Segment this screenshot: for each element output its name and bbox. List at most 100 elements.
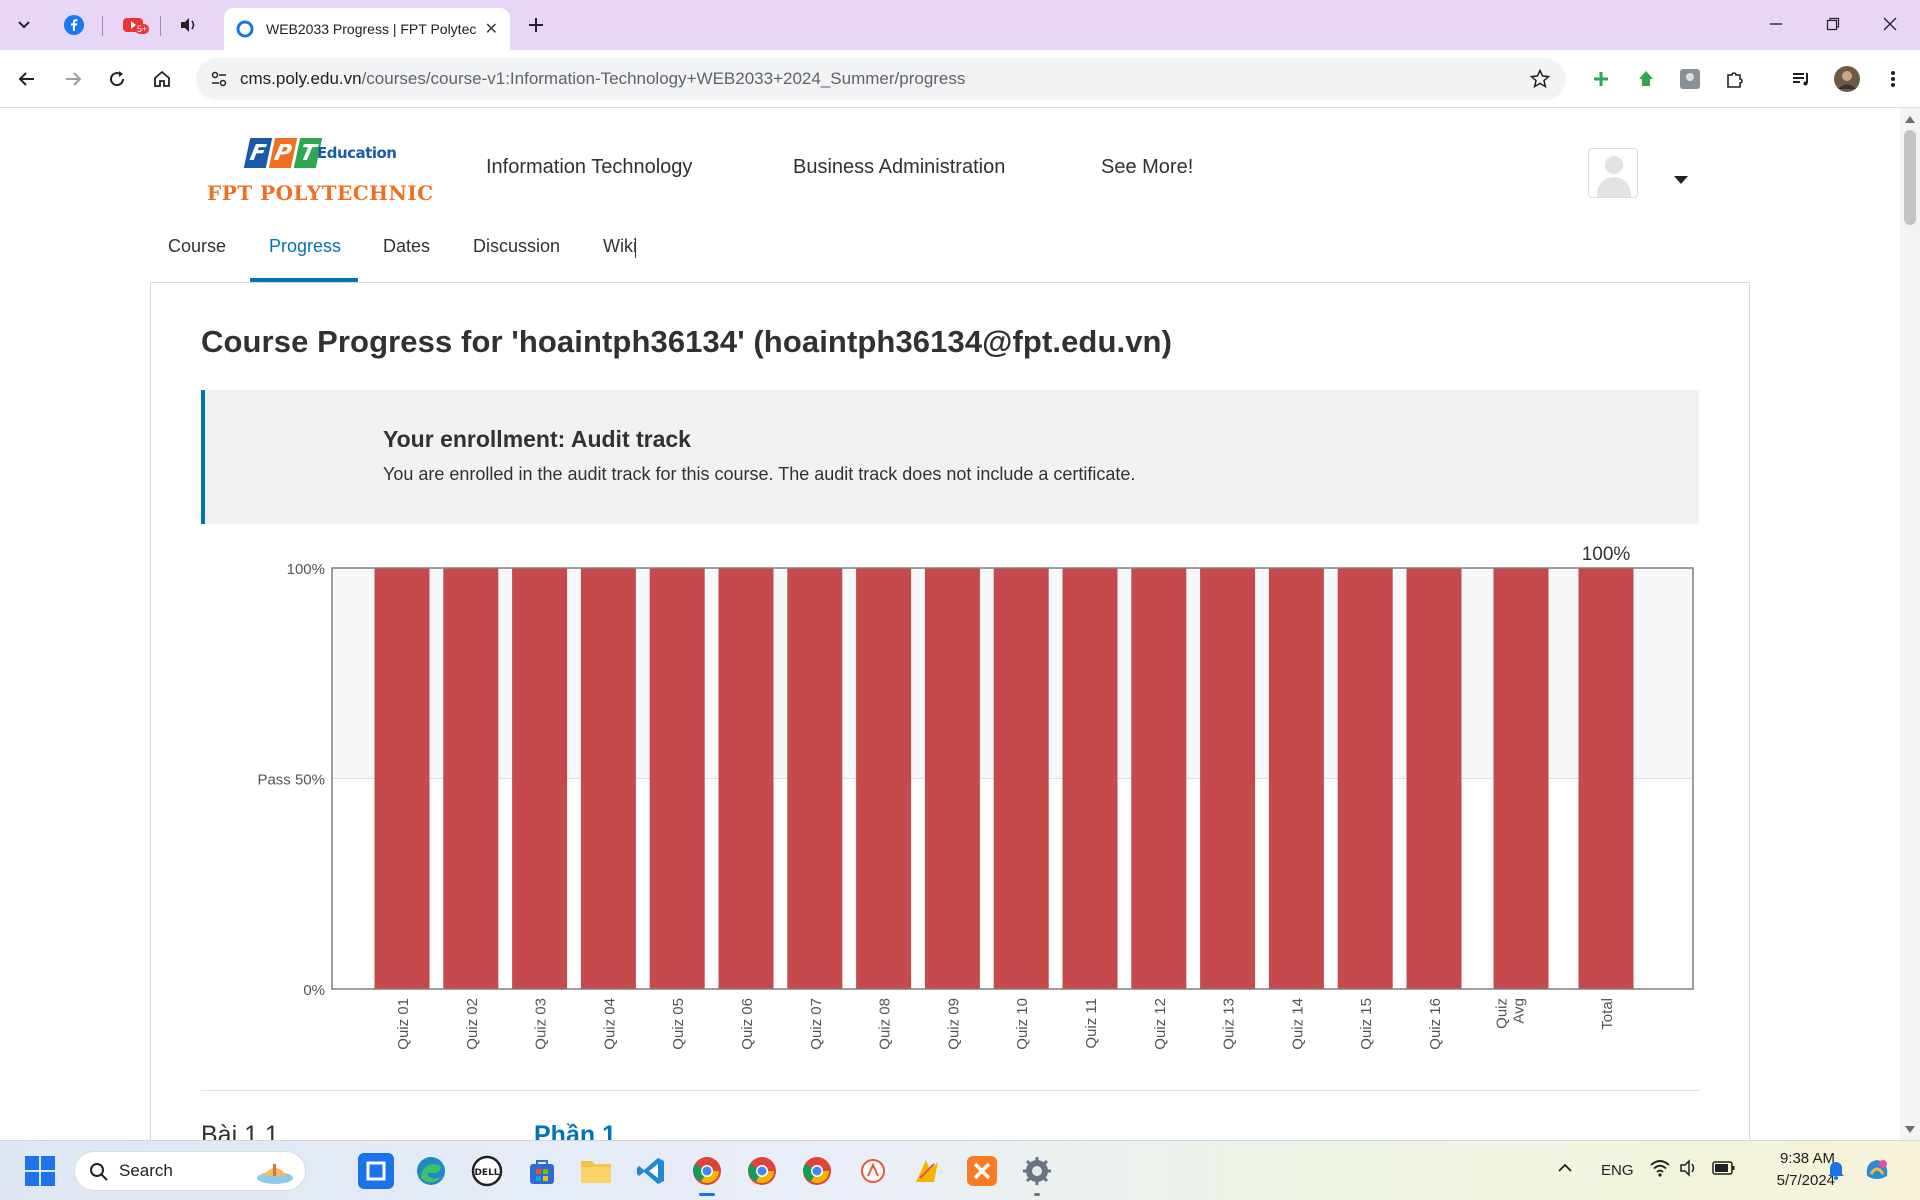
avatar-icon: [1834, 66, 1860, 92]
taskbar-cortana[interactable]: [358, 1153, 394, 1189]
reload-icon: [110, 71, 125, 87]
copilot-button[interactable]: [1863, 1156, 1891, 1189]
minimize-icon: [1770, 23, 1782, 25]
chart-bar[interactable]: [718, 568, 774, 989]
profile-button[interactable]: [1832, 64, 1862, 94]
taskbar-search[interactable]: Search: [74, 1151, 306, 1191]
back-button[interactable]: [10, 62, 44, 96]
chart-bar[interactable]: [856, 568, 912, 989]
chart-bar[interactable]: [993, 568, 1049, 989]
taskbar-store[interactable]: [524, 1153, 560, 1189]
xampp-icon: [967, 1156, 997, 1186]
battery-icon: [1712, 1161, 1735, 1175]
input-language[interactable]: ENG: [1601, 1162, 1634, 1179]
facebook-icon: [64, 15, 84, 35]
search-highlight-icon: [257, 1164, 293, 1184]
chart-bar[interactable]: [924, 568, 980, 989]
extension-button[interactable]: [1586, 64, 1616, 94]
chart-bar[interactable]: [649, 568, 705, 989]
section-heading-lesson[interactable]: Bài 1.1: [201, 1121, 279, 1140]
x-axis-category-label: Quiz 07: [808, 998, 825, 1050]
chart-bar[interactable]: [1578, 568, 1634, 989]
search-icon: [90, 1163, 108, 1181]
bookmark-star-icon[interactable]: [1530, 69, 1550, 89]
x-axis-category-label: Quiz 03: [533, 998, 550, 1050]
playlist-icon: [1793, 73, 1808, 86]
scroll-down-arrow-icon[interactable]: [1905, 1126, 1915, 1133]
scroll-up-arrow-icon[interactable]: [1905, 116, 1915, 123]
chart-bar[interactable]: [443, 568, 499, 989]
network-status[interactable]: [1650, 1159, 1670, 1182]
notifications-button[interactable]: [1827, 1160, 1845, 1185]
taskbar-chrome[interactable]: [799, 1153, 835, 1189]
taskbar-file-explorer[interactable]: [578, 1153, 614, 1189]
close-tab-icon[interactable]: ✕: [485, 19, 498, 39]
browser-menu-button[interactable]: [1878, 64, 1908, 94]
extensions-menu-button[interactable]: [1720, 64, 1750, 94]
extension-button[interactable]: [1631, 64, 1661, 94]
chart-bar[interactable]: [1062, 568, 1118, 989]
chart-bar[interactable]: [580, 568, 636, 989]
taskbar-app[interactable]: [855, 1153, 891, 1189]
chart-bar[interactable]: [787, 568, 843, 989]
more-vertical-icon: [1891, 71, 1895, 87]
close-window-button[interactable]: [1872, 8, 1908, 40]
chart-bar[interactable]: [1200, 568, 1256, 989]
x-axis-category-label: Quiz: [1494, 998, 1511, 1029]
extension-profile-icon: [1680, 69, 1700, 89]
start-button[interactable]: [24, 1155, 56, 1187]
taskbar-edge[interactable]: [413, 1153, 449, 1189]
x-axis-category-label: Quiz 11: [1083, 998, 1100, 1049]
forward-button[interactable]: [56, 62, 90, 96]
tab-web2033-progress[interactable]: WEB2033 Progress | FPT Polytec ✕: [224, 8, 510, 50]
taskbar-chrome[interactable]: [689, 1153, 725, 1196]
subsection-link[interactable]: Phần 1: [534, 1121, 616, 1140]
clock-date[interactable]: 5/7/2024: [1753, 1172, 1835, 1189]
tab-youtube[interactable]: 5+: [118, 9, 150, 41]
active-app-indicator: [699, 1193, 715, 1196]
tab-audio[interactable]: [173, 9, 205, 41]
chart-bar[interactable]: [512, 568, 568, 989]
show-hidden-icons-button[interactable]: [1557, 1161, 1573, 1180]
reload-button[interactable]: [100, 62, 134, 96]
tab-facebook[interactable]: [58, 9, 90, 41]
chart-bar[interactable]: [1268, 568, 1324, 989]
chart-bar[interactable]: [1131, 568, 1187, 989]
taskbar-xampp[interactable]: [964, 1153, 1000, 1189]
home-button[interactable]: [145, 62, 179, 96]
chart-bar[interactable]: [1337, 568, 1393, 989]
taskbar-settings[interactable]: [1019, 1153, 1055, 1196]
new-tab-button[interactable]: [520, 9, 552, 41]
url-host: cms.poly.edu.vn: [240, 69, 362, 88]
taskbar-vscode[interactable]: [633, 1153, 669, 1189]
puzzle-icon: [1727, 72, 1743, 88]
x-axis-category-label: Quiz 08: [877, 998, 894, 1050]
volume-status[interactable]: [1680, 1159, 1700, 1182]
home-icon: [154, 70, 170, 87]
extension-button[interactable]: [1675, 64, 1705, 94]
x-axis-category-label: Avg: [1511, 998, 1528, 1024]
minimize-button[interactable]: [1758, 8, 1794, 40]
site-info-icon[interactable]: [210, 70, 228, 88]
tab-search-button[interactable]: [8, 9, 40, 41]
chart-bar[interactable]: [374, 568, 430, 989]
clock-time[interactable]: 9:38 AM: [1759, 1150, 1835, 1167]
battery-status[interactable]: [1712, 1160, 1736, 1181]
speaker-icon: [181, 18, 195, 32]
cortana-icon: [366, 1161, 386, 1181]
wifi-icon: [1650, 1160, 1670, 1177]
taskbar-chrome[interactable]: [744, 1153, 780, 1189]
chart-bar[interactable]: [1493, 568, 1549, 989]
chart-bar[interactable]: [1406, 568, 1462, 989]
restore-button[interactable]: [1815, 8, 1851, 40]
taskbar-dell[interactable]: DELL: [469, 1153, 505, 1189]
x-axis-category-label: Quiz 10: [1014, 998, 1031, 1050]
address-bar[interactable]: cms.poly.edu.vn/courses/course-v1:Inform…: [196, 58, 1566, 100]
notification-badge: 5+: [135, 24, 150, 34]
x-axis-category-label: Quiz 09: [945, 998, 962, 1050]
copilot-icon: [1866, 1160, 1888, 1179]
media-control-button[interactable]: [1786, 64, 1816, 94]
scrollbar-thumb[interactable]: [1904, 130, 1916, 225]
taskbar-app[interactable]: [909, 1153, 945, 1189]
page-scrollbar[interactable]: [1900, 108, 1920, 1140]
